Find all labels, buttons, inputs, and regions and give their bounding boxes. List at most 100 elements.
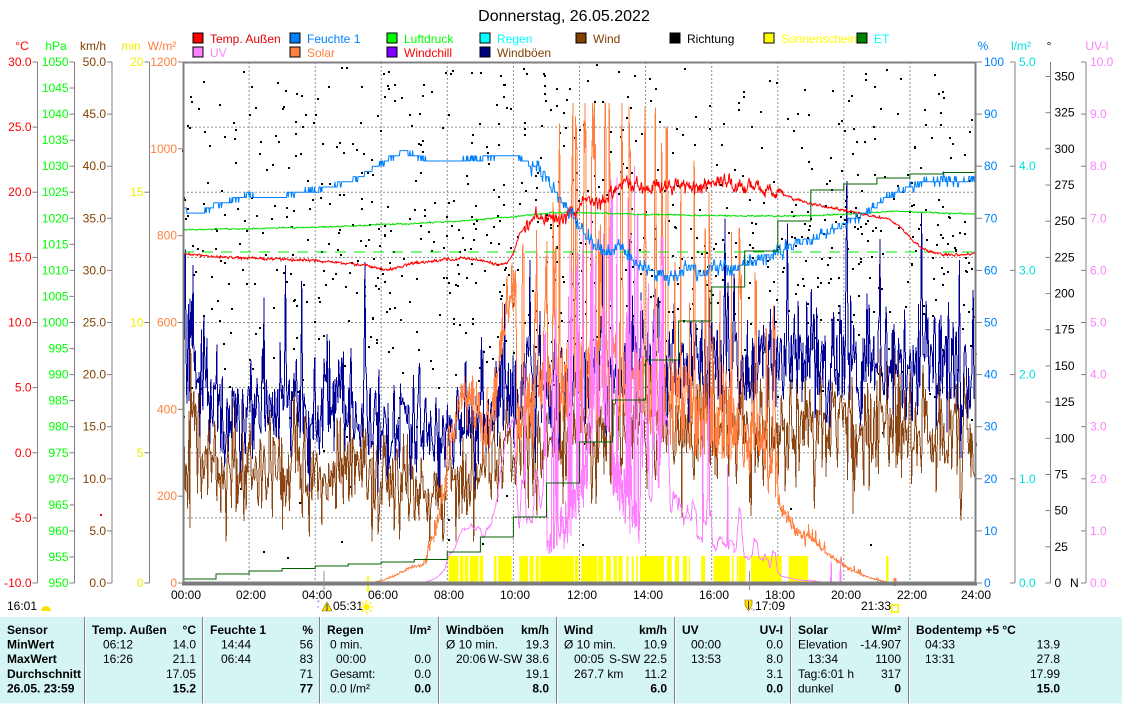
svg-text:16:26: 16:26 <box>103 652 133 666</box>
svg-text:26.05. 23:59: 26.05. 23:59 <box>7 681 75 695</box>
svg-text:W/m²: W/m² <box>872 623 901 637</box>
svg-text:350: 350 <box>1055 70 1075 84</box>
svg-text:325: 325 <box>1055 106 1075 120</box>
svg-text:UV-I: UV-I <box>1085 39 1108 53</box>
svg-text:km/h: km/h <box>639 623 667 637</box>
svg-text:8.0: 8.0 <box>766 652 783 666</box>
svg-text:UV-I: UV-I <box>760 623 783 637</box>
svg-text:Wind: Wind <box>593 32 620 46</box>
svg-text:Solar: Solar <box>307 46 335 60</box>
svg-text:800: 800 <box>157 229 177 243</box>
svg-text:13.9: 13.9 <box>1037 638 1061 652</box>
svg-text:Temp. Außen: Temp. Außen <box>210 32 281 46</box>
svg-text:05:31: 05:31 <box>333 599 363 613</box>
svg-text:21.1: 21.1 <box>173 652 197 666</box>
svg-text:25.0: 25.0 <box>83 316 107 330</box>
svg-text:300: 300 <box>1055 142 1075 156</box>
svg-text:16:00: 16:00 <box>699 588 729 602</box>
svg-text:Regen: Regen <box>497 32 532 46</box>
svg-text:200: 200 <box>157 489 177 503</box>
svg-text:km/h: km/h <box>521 623 549 637</box>
svg-text:50.0: 50.0 <box>83 55 107 69</box>
svg-text:70: 70 <box>984 211 998 225</box>
svg-text:7.0: 7.0 <box>1090 211 1107 225</box>
svg-text:175: 175 <box>1055 323 1075 337</box>
svg-text:W/m²: W/m² <box>148 39 177 53</box>
svg-text:08:00: 08:00 <box>434 588 464 602</box>
svg-text:20: 20 <box>984 472 998 486</box>
svg-text:960: 960 <box>48 524 68 538</box>
svg-text:06:44: 06:44 <box>221 652 251 666</box>
svg-text:Donnerstag, 26.05.2022: Donnerstag, 26.05.2022 <box>478 8 650 25</box>
svg-text:0.0: 0.0 <box>414 681 431 695</box>
svg-text:-10.0: -10.0 <box>4 576 32 590</box>
svg-text:975: 975 <box>48 446 68 460</box>
svg-text:0.0: 0.0 <box>414 652 431 666</box>
svg-text:25: 25 <box>1055 540 1069 554</box>
svg-text:04:33: 04:33 <box>925 638 955 652</box>
svg-text:995: 995 <box>48 342 68 356</box>
svg-text:11.2: 11.2 <box>645 667 668 681</box>
svg-text:1015: 1015 <box>42 237 69 251</box>
svg-text:Elevation: Elevation <box>798 638 847 652</box>
svg-text:°C: °C <box>183 623 197 637</box>
svg-text:km/h: km/h <box>80 39 106 53</box>
svg-text:90: 90 <box>984 107 998 121</box>
svg-text:1035: 1035 <box>42 133 69 147</box>
svg-text:200: 200 <box>1055 287 1075 301</box>
svg-text:dunkel: dunkel <box>798 681 833 695</box>
svg-text:14:00: 14:00 <box>633 588 663 602</box>
svg-text:S-SW 22.5: S-SW 22.5 <box>609 652 667 666</box>
svg-text:22:00: 22:00 <box>897 588 927 602</box>
svg-text:02:00: 02:00 <box>236 588 266 602</box>
svg-text:°C: °C <box>15 39 29 53</box>
svg-text:Durchschnitt: Durchschnitt <box>7 667 81 681</box>
svg-text:13:53: 13:53 <box>691 652 721 666</box>
svg-text:71: 71 <box>300 667 314 681</box>
svg-text:275: 275 <box>1055 178 1075 192</box>
svg-text:10.0: 10.0 <box>1090 55 1114 69</box>
svg-text:04:00: 04:00 <box>302 588 332 602</box>
svg-text:12:00: 12:00 <box>567 588 597 602</box>
svg-text:Sonnenschein: Sonnenschein <box>781 32 857 46</box>
svg-text:14.0: 14.0 <box>173 638 197 652</box>
svg-text:27.8: 27.8 <box>1037 652 1061 666</box>
svg-text:77: 77 <box>300 681 314 695</box>
svg-text:-5.0: -5.0 <box>11 511 32 525</box>
svg-text:0: 0 <box>137 576 144 590</box>
svg-text:250: 250 <box>1055 214 1075 228</box>
svg-text:317: 317 <box>881 667 901 681</box>
svg-text:Feuchte 1: Feuchte 1 <box>210 623 266 637</box>
svg-text:10: 10 <box>130 316 144 330</box>
svg-text:3.0: 3.0 <box>1019 263 1036 277</box>
svg-text:3.1: 3.1 <box>766 667 783 681</box>
svg-text:Wind: Wind <box>564 623 593 637</box>
svg-text:4.0: 4.0 <box>1090 368 1107 382</box>
svg-text:MaxWert: MaxWert <box>7 652 57 666</box>
svg-text:hPa: hPa <box>45 39 67 53</box>
svg-text:600: 600 <box>157 316 177 330</box>
svg-text:6.0: 6.0 <box>650 681 667 695</box>
svg-text:13:31: 13:31 <box>925 652 955 666</box>
svg-text:5: 5 <box>137 446 144 460</box>
svg-text:0.0: 0.0 <box>766 638 783 652</box>
svg-text:990: 990 <box>48 368 68 382</box>
svg-text:6.0: 6.0 <box>1090 263 1107 277</box>
svg-text:15.0: 15.0 <box>8 250 32 264</box>
svg-text:Regen: Regen <box>327 623 364 637</box>
svg-text:1010: 1010 <box>42 263 69 277</box>
svg-text:-14.907: -14.907 <box>860 638 901 652</box>
svg-text:10.9: 10.9 <box>644 638 668 652</box>
svg-text:10.0: 10.0 <box>83 472 107 486</box>
svg-text:1050: 1050 <box>42 55 69 69</box>
svg-text:21:33: 21:33 <box>861 599 891 613</box>
svg-text:50: 50 <box>984 316 998 330</box>
svg-text:19.3: 19.3 <box>526 638 550 652</box>
svg-text:1025: 1025 <box>42 185 69 199</box>
svg-text:l/m²: l/m² <box>1011 39 1031 53</box>
svg-text:14:44: 14:44 <box>221 638 251 652</box>
svg-text:00:05: 00:05 <box>574 652 604 666</box>
svg-text:0.0: 0.0 <box>414 667 431 681</box>
svg-text:20.0: 20.0 <box>83 368 107 382</box>
svg-text:0: 0 <box>1055 576 1062 590</box>
